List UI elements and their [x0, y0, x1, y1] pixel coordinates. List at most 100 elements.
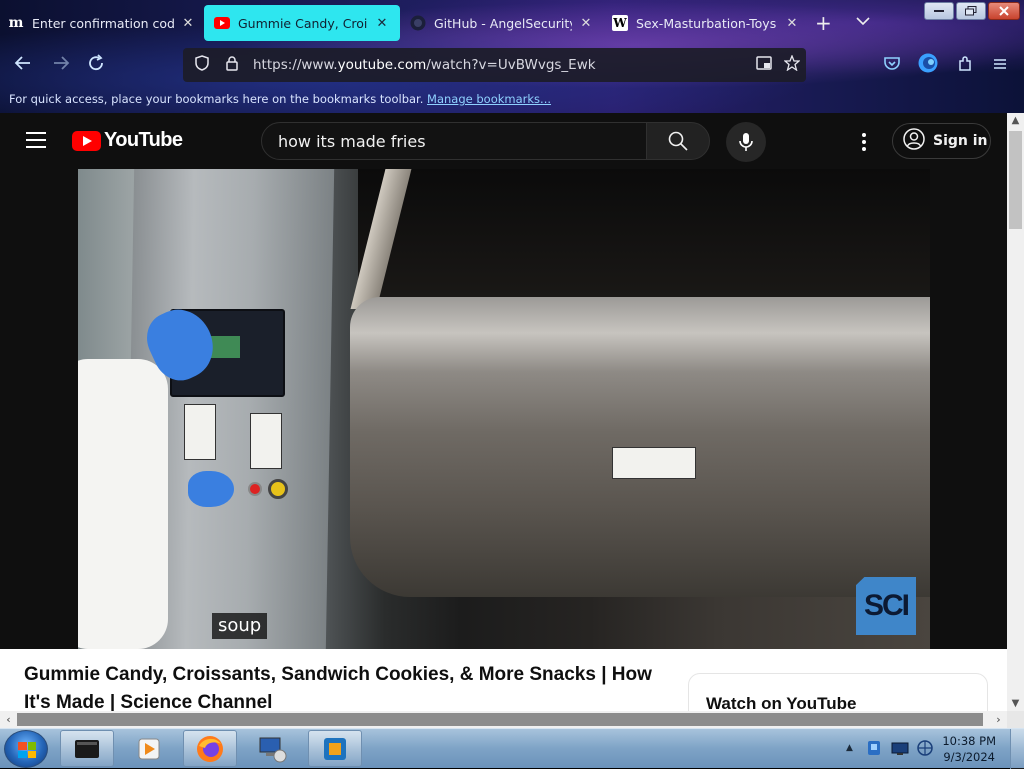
menu-icon[interactable]: [993, 56, 1007, 74]
start-button[interactable]: [4, 730, 48, 768]
firefox-icon: [197, 735, 223, 762]
tray-network-icon[interactable]: [916, 740, 934, 760]
back-arrow-icon[interactable]: [14, 54, 32, 77]
browser-chrome: m Enter confirmation code | M ✕ Gummie C…: [0, 0, 1024, 113]
youtube-page: YouTube how its made fries Sign in SCI s…: [0, 113, 1007, 711]
url-text[interactable]: https://www.youtube.com/watch?v=UvBWvgs_…: [253, 57, 750, 73]
bookmarks-hint: For quick access, place your bookmarks h…: [9, 92, 424, 106]
tab-title: GitHub - AngelSecurityTea: [434, 15, 572, 31]
manage-bookmarks-link[interactable]: Manage bookmarks...: [427, 92, 551, 106]
terminal-icon: [75, 739, 99, 758]
new-tab-button[interactable]: +: [815, 13, 832, 33]
search-button[interactable]: [646, 122, 710, 160]
video-frame-dark-area: [358, 169, 930, 299]
video-info-area: Gummie Candy, Croissants, Sandwich Cooki…: [0, 649, 1007, 711]
search-input[interactable]: how its made fries: [261, 122, 647, 160]
clock-date: 9/3/2024: [943, 750, 995, 764]
yellow-button-in-video: [268, 479, 288, 499]
video-caption: soup: [212, 613, 268, 639]
show-hidden-icons-arrow-icon[interactable]: ▲: [846, 743, 853, 753]
horizontal-scrollbar[interactable]: ‹ ›: [0, 711, 1007, 728]
restore-button[interactable]: [956, 2, 986, 20]
scroll-right-arrow-icon[interactable]: ›: [990, 711, 1007, 728]
youtube-play-icon: [72, 130, 101, 151]
warning-sticker: [184, 404, 216, 460]
tab-bar: m Enter confirmation code | M ✕ Gummie C…: [0, 3, 1024, 41]
forward-arrow-icon[interactable]: [52, 54, 70, 77]
windows-flag-icon: [18, 742, 36, 758]
url-domain: youtube.com: [337, 57, 427, 73]
taskbar-media-player[interactable]: [122, 730, 176, 767]
youtube-wordmark: YouTube: [104, 129, 183, 151]
scroll-left-arrow-icon[interactable]: ‹: [0, 711, 17, 728]
search-icon: [668, 131, 688, 151]
tab-github[interactable]: GitHub - AngelSecurityTea ✕: [410, 5, 594, 41]
sign-in-button[interactable]: Sign in: [892, 123, 991, 159]
scroll-up-arrow-icon[interactable]: ▲: [1007, 115, 1024, 126]
hamburger-menu-icon[interactable]: [26, 132, 46, 153]
close-tab-icon[interactable]: ✕: [180, 16, 196, 31]
warning-sticker: [250, 413, 282, 469]
m-favicon-icon: m: [8, 15, 24, 31]
voice-search-button[interactable]: [726, 122, 766, 162]
taskbar-virtualbox[interactable]: [308, 730, 362, 767]
microphone-icon: [739, 133, 753, 151]
pocket-icon[interactable]: [884, 56, 900, 74]
wikipedia-icon: W: [612, 15, 628, 31]
watch-on-youtube-card[interactable]: Watch on YouTube: [688, 673, 988, 711]
tab-wikipedia[interactable]: W Sex-Masturbation-Toys Co ✕: [612, 5, 800, 41]
extensions-icon[interactable]: [957, 56, 973, 76]
youtube-icon: [214, 15, 230, 31]
sci-watermark-logo: SCI: [856, 577, 916, 635]
show-desktop-button[interactable]: [1010, 729, 1024, 769]
tab-youtube[interactable]: Gummie Candy, Croissant ✕: [204, 5, 400, 41]
tab-title: Enter confirmation code | M: [32, 15, 174, 31]
url-prefix: https://www.: [253, 57, 338, 73]
close-tab-icon[interactable]: ✕: [578, 16, 594, 31]
media-player-icon: [138, 738, 160, 759]
sign-in-label: Sign in: [933, 133, 988, 149]
account-avatar-icon[interactable]: [918, 53, 938, 77]
close-window-button[interactable]: [988, 2, 1020, 20]
taskbar-terminal-app[interactable]: [60, 730, 114, 767]
bookmarks-toolbar: For quick access, place your bookmarks h…: [9, 92, 551, 106]
close-tab-icon[interactable]: ✕: [374, 16, 390, 31]
scrollbar-corner: [1007, 711, 1024, 728]
computer-network-icon: [259, 737, 287, 762]
tray-display-icon[interactable]: [891, 741, 909, 760]
picture-in-picture-icon[interactable]: [750, 56, 778, 74]
window-controls: [924, 2, 1020, 20]
youtube-logo[interactable]: YouTube: [72, 129, 183, 152]
red-button-in-video: [248, 482, 262, 496]
taskbar-firefox[interactable]: [183, 730, 237, 767]
vertical-scrollbar[interactable]: ▲ ▼: [1007, 113, 1024, 711]
navigation-bar: https://www.youtube.com/watch?v=UvBWvgs_…: [0, 46, 1024, 84]
scroll-down-arrow-icon[interactable]: ▼: [1007, 698, 1024, 709]
taskbar-network-app[interactable]: [246, 730, 300, 767]
address-bar[interactable]: https://www.youtube.com/watch?v=UvBWvgs_…: [183, 48, 806, 82]
worker-glove: [188, 471, 234, 507]
close-tab-icon[interactable]: ✕: [784, 16, 800, 31]
taskbar: ▲ 10:38 PM 9/3/2024: [0, 728, 1024, 769]
vertical-scroll-thumb[interactable]: [1009, 131, 1022, 229]
tray-device-icon[interactable]: [866, 739, 882, 761]
video-title: Gummie Candy, Croissants, Sandwich Cooki…: [24, 664, 652, 711]
bookmark-star-icon[interactable]: [778, 54, 806, 75]
account-circle-icon: [903, 128, 925, 154]
clock-time: 10:38 PM: [942, 734, 996, 748]
taskbar-clock[interactable]: 10:38 PM 9/3/2024: [942, 733, 996, 765]
reload-icon[interactable]: [87, 54, 105, 77]
horizontal-scroll-thumb[interactable]: [17, 713, 983, 726]
video-player[interactable]: SCI soup: [78, 169, 930, 649]
minimize-button[interactable]: [924, 2, 954, 20]
warning-sticker: [612, 447, 696, 479]
more-options-icon[interactable]: [862, 133, 866, 154]
tab-confirmation-code[interactable]: m Enter confirmation code | M ✕: [8, 5, 196, 41]
github-icon: [410, 15, 426, 31]
tab-title: Gummie Candy, Croissant: [238, 15, 368, 31]
lock-icon[interactable]: [221, 55, 243, 75]
tab-title: Sex-Masturbation-Toys Co: [636, 15, 778, 31]
tracking-protection-shield-icon[interactable]: [191, 55, 213, 75]
list-all-tabs-icon[interactable]: [856, 15, 870, 30]
watch-on-youtube-label: Watch on YouTube: [706, 694, 857, 711]
